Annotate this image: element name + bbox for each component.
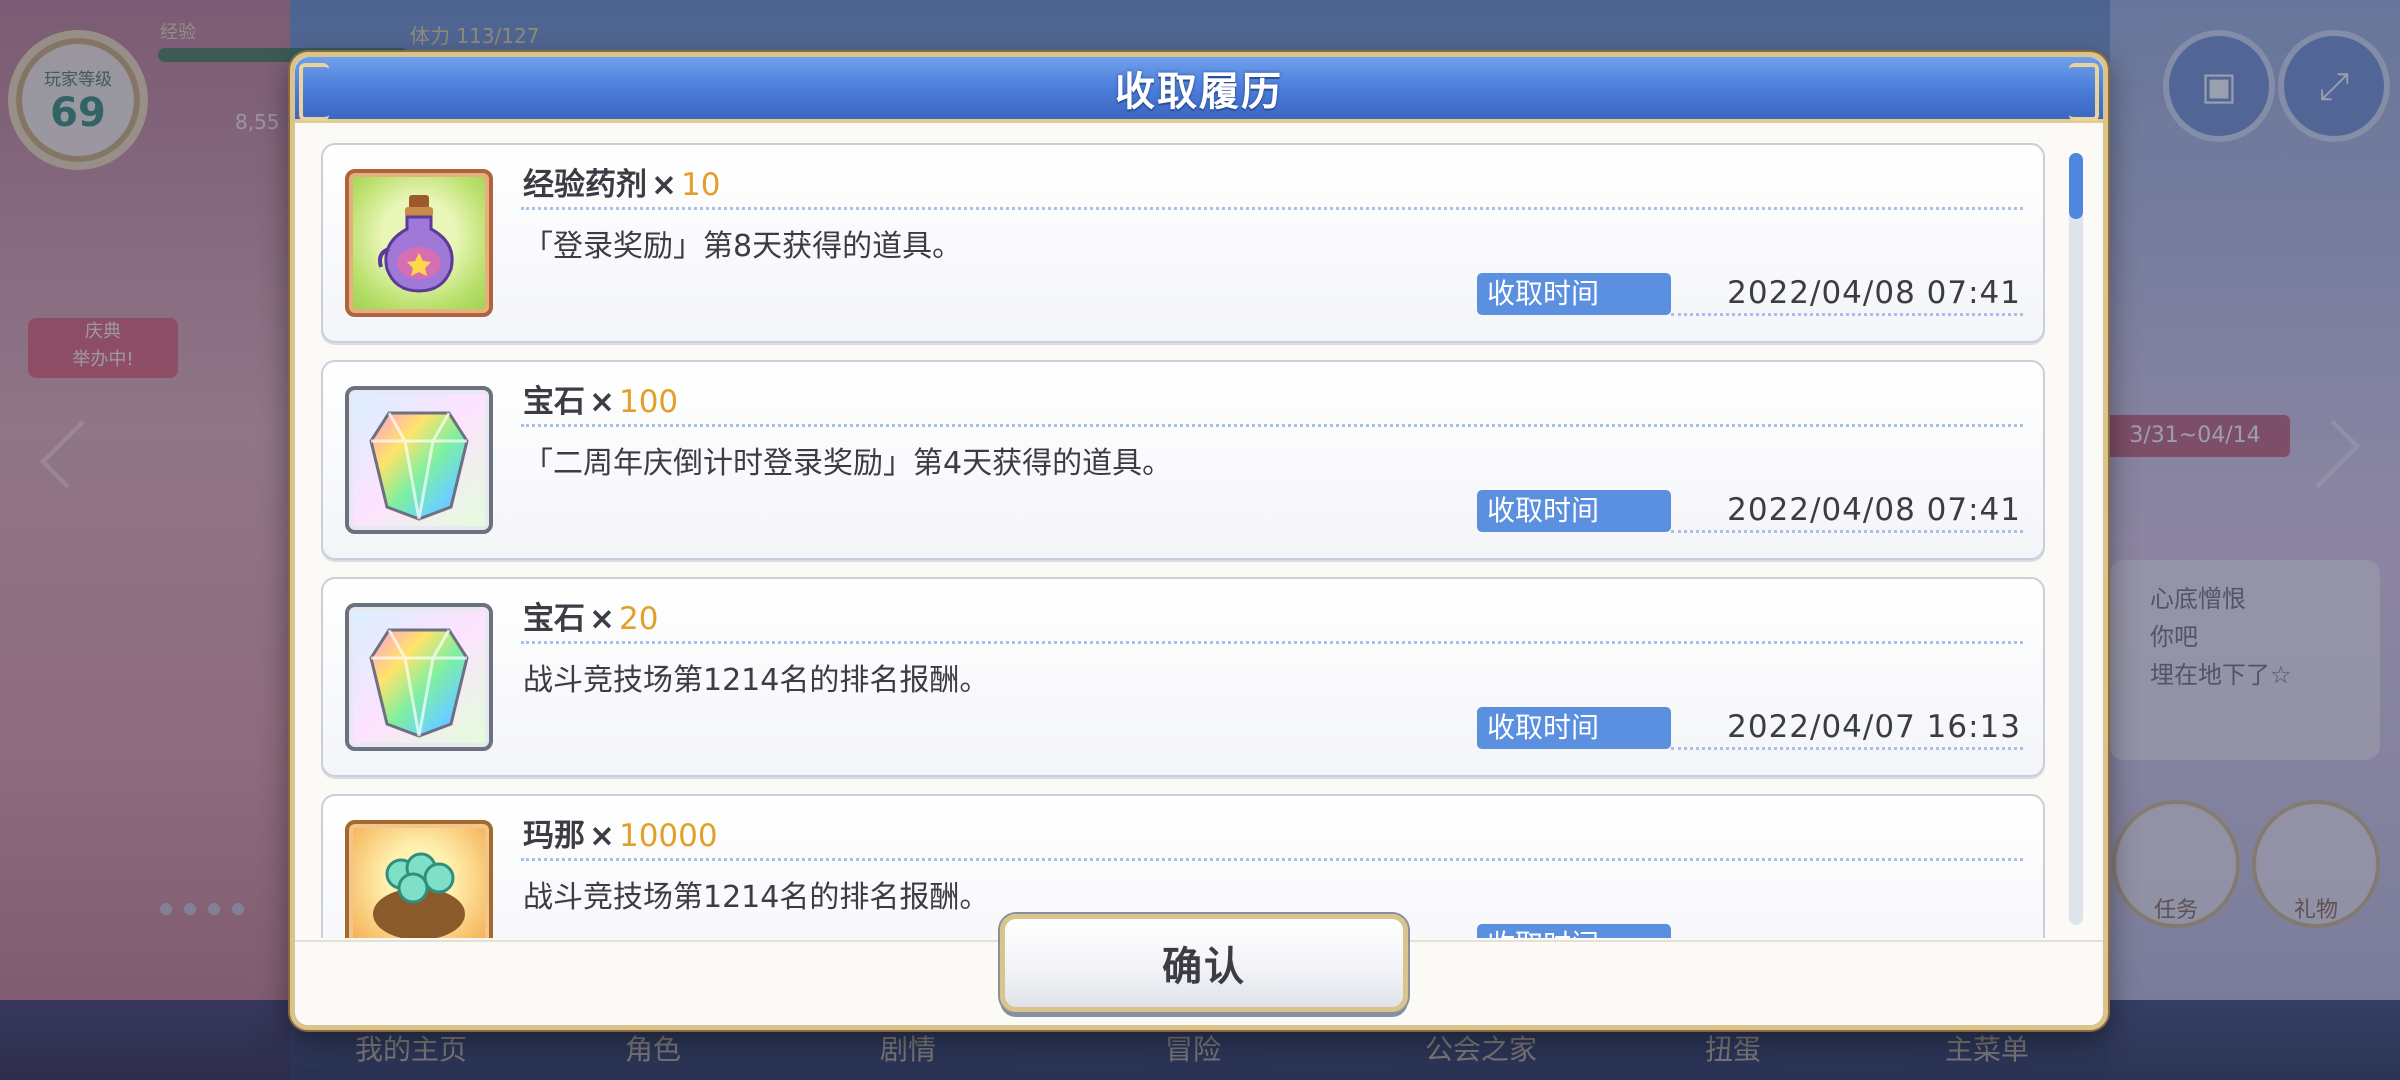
divider	[521, 207, 2023, 210]
receive-time-value: 2022/04/08 07:41	[1727, 492, 2021, 528]
dialog-header: 收取履历	[295, 57, 2103, 123]
item-quantity: 100	[618, 384, 679, 420]
item-quantity: 10000	[618, 818, 718, 854]
divider	[1671, 530, 2023, 533]
scrollbar[interactable]	[2069, 153, 2083, 925]
history-record: 宝石 × 100 「二周年庆倒计时登录奖励」第4天获得的道具。 收取时间 2022/…	[321, 360, 2045, 560]
item-name: 宝石 × 100	[523, 376, 678, 421]
history-record: 宝石 × 20 战斗竞技场第1214名的排名报酬。 收取时间 2022/04/07 …	[321, 577, 2045, 777]
item-description: 战斗竞技场第1214名的排名报酬。	[523, 880, 990, 915]
scrollbar-thumb[interactable]	[2069, 153, 2083, 219]
divider	[521, 424, 2023, 427]
receive-time-label: 收取时间	[1477, 490, 1671, 532]
item-description: 战斗竞技场第1214名的排名报酬。	[523, 663, 990, 698]
divider	[521, 641, 2023, 644]
item-name-text: 宝石	[523, 601, 585, 637]
item-description: 「二周年庆倒计时登录奖励」第4天获得的道具。	[523, 446, 1173, 481]
times-sign: ×	[651, 167, 677, 203]
times-sign: ×	[589, 818, 615, 854]
divider	[521, 858, 2023, 861]
divider	[1671, 747, 2023, 750]
potion-icon	[345, 169, 493, 317]
item-quantity: 20	[618, 601, 659, 637]
mana-icon	[345, 820, 493, 938]
receive-time-label: 收取时间	[1477, 273, 1671, 315]
divider	[1671, 313, 2023, 316]
item-name: 经验药剂 × 10	[523, 159, 720, 204]
item-name: 宝石 × 20	[523, 593, 658, 638]
history-record: 经验药剂 × 10 「登录奖励」第8天获得的道具。 收取时间 2022/04/08 …	[321, 143, 2045, 343]
receive-time-label: 收取时间	[1477, 707, 1671, 749]
times-sign: ×	[589, 384, 615, 420]
item-name: 玛那 × 10000	[523, 810, 718, 855]
item-name-text: 宝石	[523, 384, 585, 420]
item-name-text: 经验药剂	[523, 167, 647, 203]
history-list[interactable]: 经验药剂 × 10 「登录奖励」第8天获得的道具。 收取时间 2022/04/08 …	[315, 143, 2087, 938]
receive-time-value: 2022/04/07 16:13	[1727, 709, 2021, 745]
receive-history-dialog: 收取履历 经验药剂 × 10 「登录奖励」第8天获得的道具。 收取时间 2022…	[290, 52, 2108, 1030]
receive-time-value: 2022/04/08 07:41	[1727, 275, 2021, 311]
gem-icon	[345, 386, 493, 534]
gem-icon	[345, 603, 493, 751]
confirm-button[interactable]: 确认	[1000, 914, 1408, 1012]
dialog-title: 收取履历	[1115, 69, 1283, 115]
item-description: 「登录奖励」第8天获得的道具。	[523, 229, 963, 264]
item-quantity: 10	[680, 167, 721, 203]
times-sign: ×	[589, 601, 615, 637]
receive-time-label: 收取时间	[1477, 924, 1671, 938]
item-name-text: 玛那	[523, 818, 585, 854]
